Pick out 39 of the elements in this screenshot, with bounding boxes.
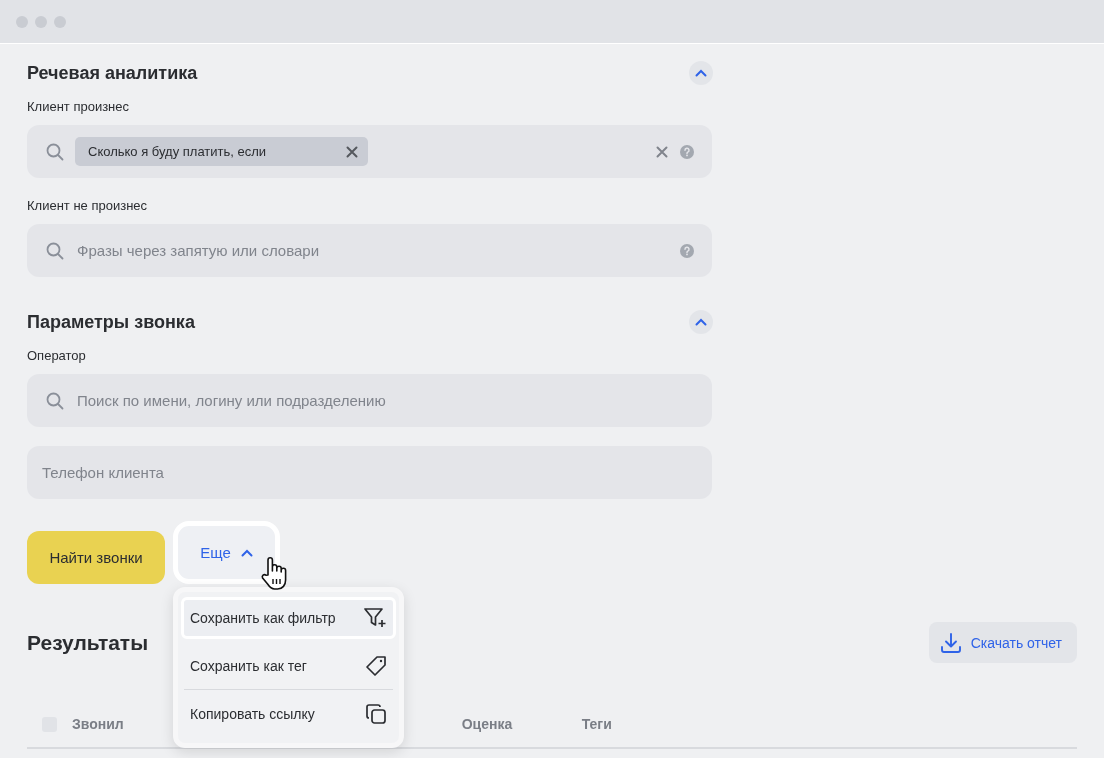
section-title: Речевая аналитика	[27, 62, 198, 84]
chevron-up-icon	[695, 318, 707, 326]
window-control-dot[interactable]	[16, 15, 28, 28]
column-header: Теги	[581, 716, 612, 732]
tag-icon	[365, 655, 387, 677]
column-header: Звонил	[72, 716, 124, 732]
menu-item[interactable]: Сохранить как фильтр	[181, 597, 396, 639]
field-label: Клиент не произнес	[27, 198, 149, 214]
search-icon	[45, 240, 65, 261]
search-icon	[45, 390, 65, 411]
menu-item[interactable]: Сохранить как тег	[184, 647, 393, 685]
copy-icon	[365, 702, 387, 725]
download-icon	[939, 631, 962, 654]
collapse-button[interactable]	[689, 310, 713, 334]
more-button[interactable]: Еще	[173, 521, 280, 584]
help-icon[interactable]	[680, 144, 694, 159]
window-control-dot[interactable]	[35, 15, 47, 28]
chevron-up-icon	[695, 69, 707, 77]
section-title: Параметры звонка	[27, 311, 195, 333]
chip-label: Сколько я буду платить, если	[88, 144, 267, 159]
field-label: Оператор	[27, 348, 87, 364]
menu-item[interactable]: Копировать ссылку	[184, 689, 393, 737]
collapse-button[interactable]	[689, 61, 713, 85]
field-placeholder: Телефон клиента	[42, 464, 165, 481]
field-label: Клиент произнес	[27, 99, 131, 115]
download-report-button[interactable]: Скачать отчет	[928, 622, 1077, 663]
field-placeholder: Фразы через запятую или словари	[77, 242, 321, 259]
column-header: Оценка	[461, 716, 514, 732]
field-placeholder: Поиск по имени, логину или подразделению	[77, 392, 387, 409]
chevron-up-icon	[240, 548, 253, 557]
results-title: Результаты	[27, 630, 149, 655]
remove-chip-icon[interactable]	[346, 145, 359, 158]
filter-plus-icon	[363, 607, 387, 629]
window-control-dot[interactable]	[54, 15, 66, 28]
search-icon	[45, 141, 65, 162]
clear-icon[interactable]	[656, 145, 668, 158]
phrase-input-field[interactable]: Сколько я буду платить, если	[27, 125, 712, 178]
find-calls-button[interactable]: Найти звонки	[27, 530, 165, 584]
help-icon[interactable]	[680, 243, 694, 258]
